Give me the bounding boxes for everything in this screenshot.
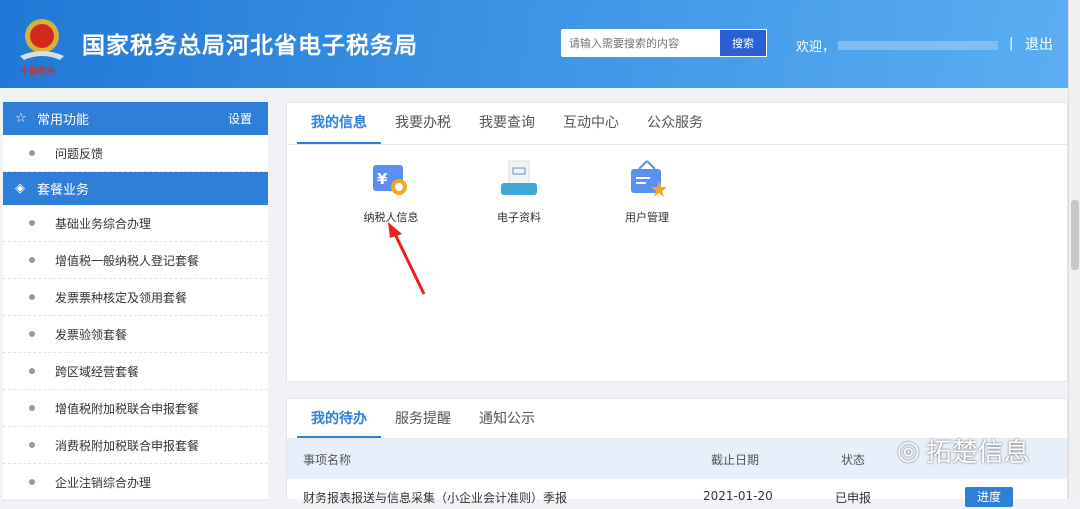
sidebar-section-packages[interactable]: ◈ 套餐业务 <box>3 172 268 205</box>
item-label: 问题反馈 <box>55 146 104 161</box>
section-label: 常用功能 <box>37 113 90 128</box>
tab-interaction[interactable]: 互动中心 <box>549 103 633 144</box>
search-input[interactable] <box>561 29 719 57</box>
wechat-icon: ◎ <box>897 435 920 466</box>
logout-link[interactable]: 退出 <box>1025 34 1053 54</box>
tab-query[interactable]: 我要查询 <box>465 103 549 144</box>
column-header-status: 状态 <box>841 452 866 467</box>
column-header-name: 事项名称 <box>303 452 352 467</box>
svg-text:中国税务: 中国税务 <box>20 65 56 77</box>
layers-icon: ◈ <box>15 181 25 196</box>
watermark-text: 拓楚信息 <box>925 438 1030 468</box>
item-label: 发票验领套餐 <box>55 327 128 342</box>
main-tabs: 我的信息 我要办税 我要查询 互动中心 公众服务 <box>287 103 1067 145</box>
bullet-icon <box>29 294 35 300</box>
sidebar-item[interactable]: 增值税附加税联合申报套餐 <box>3 390 268 427</box>
row-name: 财务报表报送与信息采集（小企业会计准则）季报 <box>303 491 568 505</box>
red-arrow-annotation <box>388 222 426 295</box>
username-redacted <box>838 41 998 50</box>
bullet-icon <box>29 405 35 411</box>
sidebar-item[interactable]: 基础业务综合办理 <box>3 205 268 242</box>
welcome-text: 欢迎， <box>796 40 836 55</box>
settings-link[interactable]: 设置 <box>228 110 252 127</box>
progress-button[interactable]: 进度 <box>965 487 1013 507</box>
taxpayer-info-button[interactable]: ¥ 纳税人信息 <box>327 159 455 225</box>
user-management-button[interactable]: 用户管理 <box>583 159 711 225</box>
tab-service-reminder[interactable]: 服务提醒 <box>381 399 465 438</box>
item-label: 发票票种核定及领用套餐 <box>55 290 188 305</box>
row-date: 2021-01-20 <box>703 489 773 503</box>
item-label: 增值税一般纳税人登记套餐 <box>55 253 200 268</box>
sidebar-item[interactable]: 企业注销综合办理 <box>3 464 268 501</box>
electronic-docs-button[interactable]: 电子资料 <box>455 159 583 225</box>
header: 中国税务 国家税务总局河北省电子税务局 搜索 欢迎， | 退出 <box>0 0 1068 88</box>
item-label: 跨区域经营套餐 <box>55 364 140 379</box>
item-label: 基础业务综合办理 <box>55 216 152 231</box>
search-button[interactable]: 搜索 <box>719 29 767 57</box>
scrollbar[interactable] <box>1068 0 1080 499</box>
electronic-docs-icon <box>501 160 537 195</box>
bullet-icon <box>29 331 35 337</box>
site-title: 国家税务总局河北省电子税务局 <box>82 33 418 59</box>
separator: | <box>1009 36 1014 51</box>
sidebar-item[interactable]: 发票验领套餐 <box>3 316 268 353</box>
sidebar-item[interactable]: 跨区域经营套餐 <box>3 353 268 390</box>
bullet-icon <box>29 368 35 374</box>
icon-label: 用户管理 <box>625 211 669 224</box>
scrollbar-thumb[interactable] <box>1071 200 1079 270</box>
sidebar-section-common[interactable]: ☆ 常用功能 设置 <box>3 102 268 135</box>
item-label: 增值税附加税联合申报套餐 <box>55 401 200 416</box>
item-label: 消费税附加税联合申报套餐 <box>55 438 200 453</box>
icon-label: 电子资料 <box>497 211 541 224</box>
sidebar: ☆ 常用功能 设置 问题反馈 ◈ 套餐业务 基础业务综合办理 增值税一般纳税人登… <box>3 102 268 501</box>
star-icon: ☆ <box>15 111 27 126</box>
tab-public-service[interactable]: 公众服务 <box>633 103 717 144</box>
sidebar-item[interactable]: 消费税附加税联合申报套餐 <box>3 427 268 464</box>
table-row: 财务报表报送与信息采集（小企业会计准则）季报 2021-01-20 已申报 进度 <box>287 479 1067 509</box>
bullet-icon <box>29 257 35 263</box>
sidebar-item[interactable]: 增值税一般纳税人登记套餐 <box>3 242 268 279</box>
bullet-icon <box>29 220 35 226</box>
tab-tax-handling[interactable]: 我要办税 <box>381 103 465 144</box>
bullet-icon <box>29 442 35 448</box>
tab-my-info[interactable]: 我的信息 <box>297 103 381 144</box>
user-management-icon <box>631 160 667 197</box>
item-label: 企业注销综合办理 <box>55 475 152 490</box>
sidebar-item[interactable]: 问题反馈 <box>3 135 268 172</box>
column-header-deadline: 截止日期 <box>711 452 760 467</box>
tab-my-todo[interactable]: 我的待办 <box>297 399 381 438</box>
row-status: 已申报 <box>835 491 872 505</box>
svg-text:¥: ¥ <box>377 170 388 188</box>
bullet-icon <box>29 479 35 485</box>
section-label: 套餐业务 <box>37 183 90 198</box>
tab-notices[interactable]: 通知公示 <box>465 399 549 438</box>
taxpayer-info-icon: ¥ <box>373 165 407 195</box>
sidebar-item[interactable]: 发票票种核定及领用套餐 <box>3 279 268 316</box>
bullet-icon <box>29 150 35 156</box>
watermark: ◎ 拓楚信息 <box>897 432 1030 469</box>
tax-emblem-logo: 中国税务 <box>20 19 64 77</box>
